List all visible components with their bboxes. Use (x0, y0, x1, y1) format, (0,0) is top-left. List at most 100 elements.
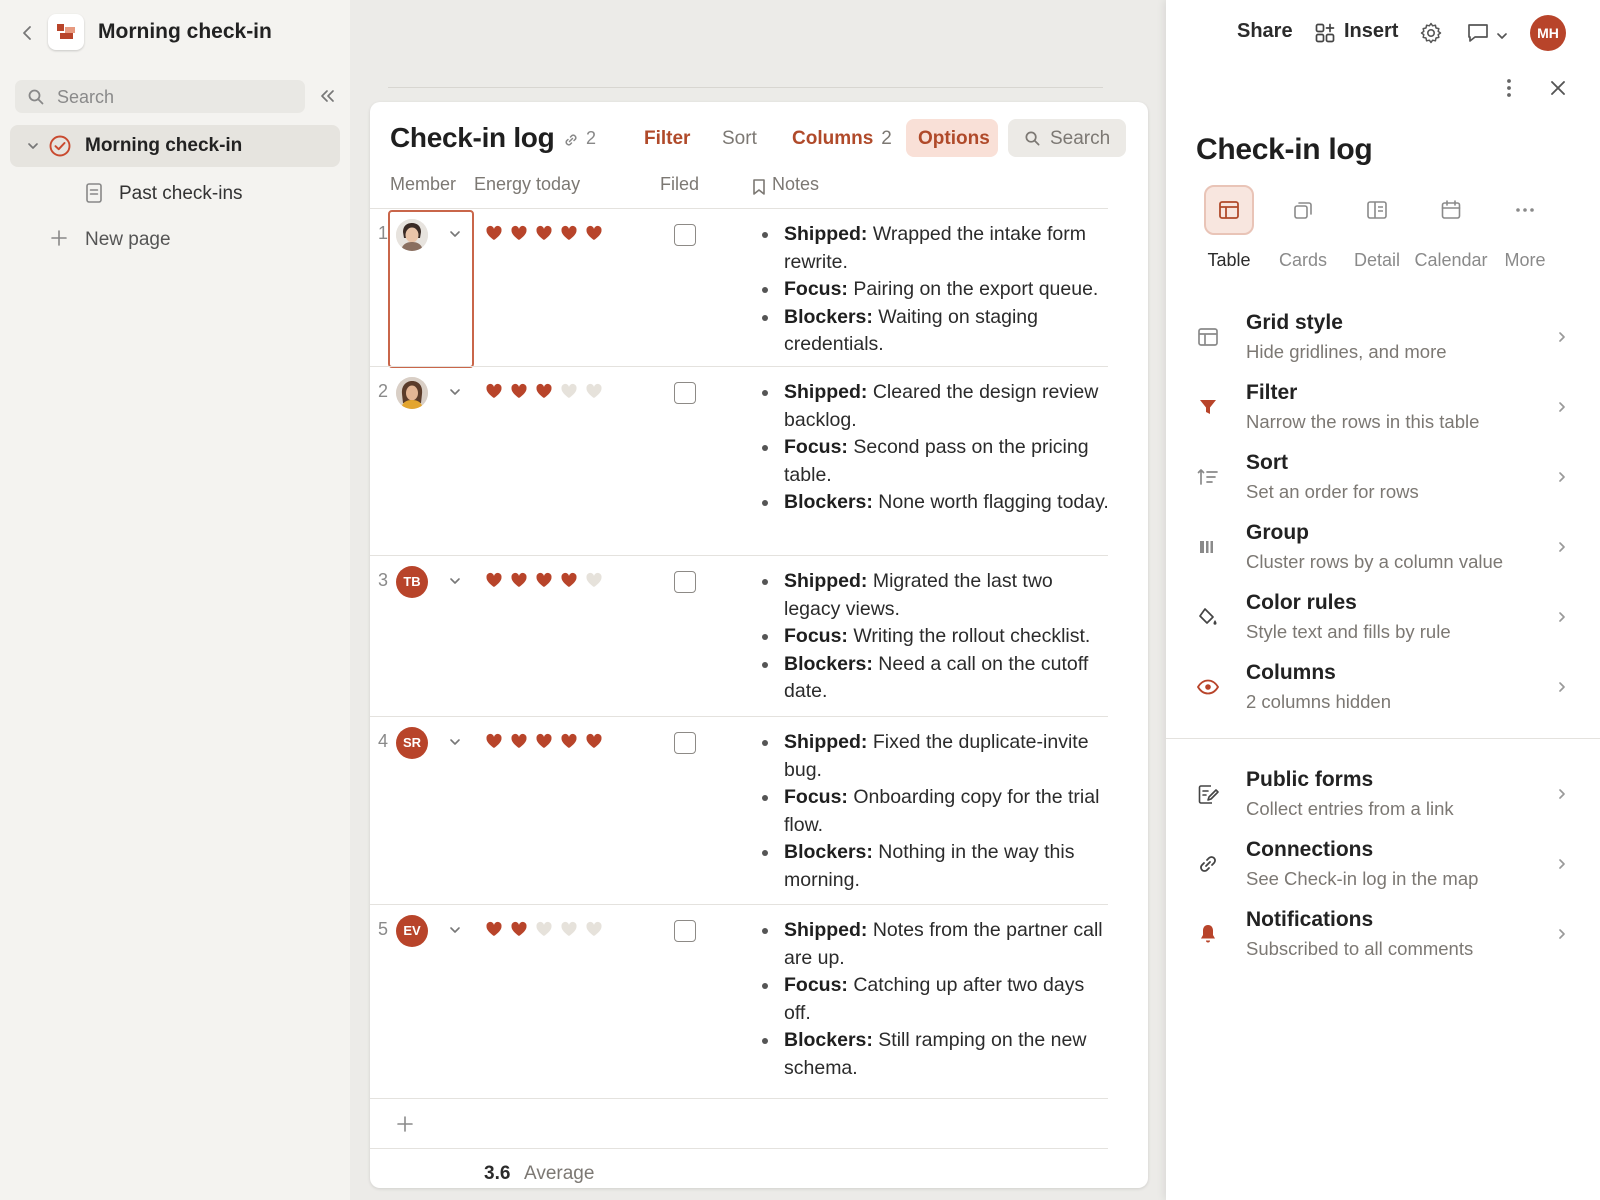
member-photo-avatar[interactable] (396, 219, 428, 251)
energy-rating[interactable] (485, 921, 603, 941)
more-vertical-icon[interactable] (1506, 78, 1512, 98)
notes-cell[interactable]: Shipped: Migrated the last two legacy vi… (762, 568, 1112, 706)
table-row[interactable]: 3 TB Shipped: Migrated the last two legac… (370, 555, 1108, 716)
filed-checkbox[interactable] (674, 920, 696, 942)
sidebar-item-morning-check-in[interactable]: Morning check-in (10, 125, 340, 167)
collapse-sidebar-icon[interactable] (316, 85, 338, 107)
chevron-down-icon[interactable] (1496, 31, 1508, 41)
energy-rating[interactable] (485, 225, 603, 245)
heart-filled-icon[interactable] (560, 733, 578, 749)
heart-filled-icon[interactable] (535, 225, 553, 241)
table-row[interactable]: 4 SR Shipped: Fixed the duplicate-invite … (370, 716, 1108, 904)
chevron-down-icon[interactable] (449, 576, 461, 586)
sort-button[interactable]: Sort (710, 119, 769, 157)
gear-icon[interactable] (1419, 21, 1443, 45)
filed-checkbox[interactable] (674, 224, 696, 246)
option-grid-style[interactable]: Grid style Hide gridlines, and more (1166, 305, 1600, 369)
notes-cell[interactable]: Shipped: Wrapped the intake form rewrite… (762, 221, 1112, 359)
view-more[interactable]: More (1488, 185, 1562, 275)
table-row[interactable]: 1 Shipped: Wrapped the intake form rewri… (370, 208, 1108, 368)
note-shipped: Shipped: Wrapped the intake form rewrite… (762, 221, 1112, 276)
user-avatar[interactable]: MH (1530, 15, 1566, 51)
chevron-down-icon[interactable] (26, 139, 40, 153)
filed-checkbox[interactable] (674, 571, 696, 593)
add-row-button[interactable] (370, 1098, 1108, 1132)
heart-filled-icon[interactable] (535, 383, 553, 399)
average-label[interactable]: Average (524, 1163, 594, 1185)
view-cards[interactable]: Cards (1266, 185, 1340, 275)
member-avatar[interactable]: TB (396, 566, 428, 598)
heart-filled-icon[interactable] (485, 383, 503, 399)
insert-button[interactable]: Insert (1344, 20, 1398, 43)
heart-filled-icon[interactable] (560, 225, 578, 241)
filed-checkbox[interactable] (674, 732, 696, 754)
view-calendar[interactable]: Calendar (1414, 185, 1488, 275)
comment-icon[interactable] (1466, 22, 1490, 44)
member-avatar[interactable]: EV (396, 915, 428, 947)
back-chevron-icon[interactable] (16, 22, 38, 44)
chevron-down-icon[interactable] (449, 925, 461, 935)
chevron-down-icon[interactable] (449, 737, 461, 747)
view-label: Calendar (1414, 250, 1488, 270)
filed-checkbox[interactable] (674, 382, 696, 404)
heart-empty-icon[interactable] (585, 572, 603, 588)
heart-filled-icon[interactable] (510, 383, 528, 399)
table-title[interactable]: Check-in log (390, 122, 555, 154)
heart-filled-icon[interactable] (585, 225, 603, 241)
energy-rating[interactable] (485, 383, 603, 403)
sidebar-item-past-check-ins[interactable]: Past check-ins (80, 178, 330, 210)
heart-filled-icon[interactable] (510, 733, 528, 749)
energy-rating[interactable] (485, 733, 603, 753)
heart-filled-icon[interactable] (485, 921, 503, 937)
heart-filled-icon[interactable] (485, 225, 503, 241)
column-header-energy[interactable]: Energy today (474, 174, 580, 195)
column-header-filed[interactable]: Filed (660, 174, 699, 195)
heart-empty-icon[interactable] (585, 921, 603, 937)
heart-filled-icon[interactable] (535, 572, 553, 588)
sidebar-search[interactable] (15, 80, 305, 113)
chevron-down-icon[interactable] (449, 387, 461, 397)
notes-cell[interactable]: Shipped: Notes from the partner call are… (762, 917, 1112, 1082)
view-table[interactable]: Table (1192, 185, 1266, 275)
column-header-member[interactable]: Member (390, 174, 456, 195)
heart-filled-icon[interactable] (585, 733, 603, 749)
option-columns[interactable]: Columns 2 columns hidden (1166, 655, 1600, 719)
heart-empty-icon[interactable] (585, 383, 603, 399)
heart-filled-icon[interactable] (510, 225, 528, 241)
option-sort[interactable]: Sort Set an order for rows (1166, 445, 1600, 509)
option-connections[interactable]: Connections See Check-in log in the map (1166, 832, 1600, 896)
heart-empty-icon[interactable] (560, 921, 578, 937)
columns-button[interactable]: Columns 2 (780, 119, 904, 157)
option-notifications[interactable]: Notifications Subscribed to all comments (1166, 902, 1600, 966)
column-header-notes[interactable]: Notes (772, 174, 819, 195)
new-page-button[interactable]: New page (46, 224, 296, 256)
heart-filled-icon[interactable] (560, 572, 578, 588)
option-group[interactable]: Group Cluster rows by a column value (1166, 515, 1600, 579)
notes-cell[interactable]: Shipped: Cleared the design review backl… (762, 379, 1112, 517)
insert-grid-icon[interactable] (1314, 22, 1336, 44)
notes-cell[interactable]: Shipped: Fixed the duplicate-invite bug.… (762, 729, 1112, 894)
table-search-button[interactable]: Search (1008, 119, 1126, 157)
close-icon[interactable] (1548, 78, 1568, 98)
option-filter[interactable]: Filter Narrow the rows in this table (1166, 375, 1600, 439)
heart-empty-icon[interactable] (535, 921, 553, 937)
option-public-forms[interactable]: Public forms Collect entries from a link (1166, 762, 1600, 826)
heart-filled-icon[interactable] (535, 733, 553, 749)
table-row[interactable]: 2 Shipped: Cleared the design review bac… (370, 366, 1109, 555)
sidebar-search-input[interactable] (57, 84, 297, 110)
chevron-down-icon[interactable] (449, 229, 461, 239)
heart-empty-icon[interactable] (560, 383, 578, 399)
heart-filled-icon[interactable] (510, 572, 528, 588)
energy-rating[interactable] (485, 572, 603, 592)
heart-filled-icon[interactable] (510, 921, 528, 937)
filter-button[interactable]: Filter (632, 119, 702, 157)
table-row[interactable]: 5 EV Shipped: Notes from the partner call… (370, 904, 1108, 1093)
option-color-rules[interactable]: Color rules Style text and fills by rule (1166, 585, 1600, 649)
member-avatar[interactable]: SR (396, 727, 428, 759)
options-button[interactable]: Options (906, 119, 998, 157)
heart-filled-icon[interactable] (485, 733, 503, 749)
view-detail[interactable]: Detail (1340, 185, 1414, 275)
share-button[interactable]: Share (1237, 20, 1293, 43)
member-photo-avatar[interactable] (396, 377, 428, 409)
heart-filled-icon[interactable] (485, 572, 503, 588)
